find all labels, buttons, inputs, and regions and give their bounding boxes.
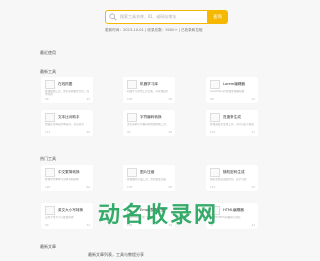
views-count: 98 (45, 97, 49, 101)
likes-count: 44 (86, 223, 90, 227)
likes-count: 42 (251, 97, 255, 101)
tool-title: 图片压缩 (140, 170, 155, 174)
tool-desc: 英文字母大小写批量转换 (45, 216, 74, 219)
views-count: 105 (127, 97, 133, 101)
likes-count: 47 (251, 130, 255, 134)
tool-card[interactable]: 随机密码生成 随机生成高强度密码，安全可靠 110 52 (206, 165, 258, 191)
tool-title: 文本比对助手 (58, 115, 80, 119)
tool-title: HTML编辑器 (223, 208, 244, 212)
tool-thumbnail (45, 168, 55, 177)
meta-info: 更新时间：2023-10-01 | 收录总数：5000+ | 已收录和拉取 (105, 28, 203, 32)
tool-title: 字符编码转换 (140, 115, 162, 119)
search-icon (109, 13, 117, 21)
views-count: 120 (45, 185, 51, 189)
tool-thumbnail (210, 113, 220, 122)
section-recent: 最近使用 (40, 50, 56, 55)
views-count: 132 (127, 185, 133, 189)
tool-thumbnail (45, 206, 55, 215)
tool-thumbnail (127, 80, 137, 89)
article-title[interactable]: 最新文章列表，工具与教程分享 (88, 252, 144, 258)
tool-thumbnail (127, 113, 137, 122)
tool-thumbnail (210, 168, 220, 177)
tool-card[interactable]: 图片压缩 在线图片压缩工具，支持批量压缩 132 58 (123, 165, 175, 191)
tool-desc: 在线图片压缩工具，支持批量压缩 (127, 178, 166, 181)
tool-desc: 在线进度条生成工具，可以自定义颜色 (210, 123, 255, 126)
views-count: 110 (210, 185, 216, 189)
section-recommend: 最新文章 (40, 244, 56, 249)
tool-desc: 快速比对两段文本差异，高亮显示 (45, 123, 84, 126)
search-placeholder: 搜索工具名称、ID、或网站地址 (120, 14, 177, 19)
tool-card[interactable]: 英文大小写转换 英文字母大小写批量转换 99 44 (41, 203, 93, 229)
tool-card[interactable]: 字符编码转换 支持多种字符编码的在线转换工具 95 36 (123, 110, 175, 136)
tool-title: 中文繁简转换 (58, 170, 80, 174)
likes-count: 58 (168, 185, 172, 189)
likes-count: 52 (251, 185, 255, 189)
tool-desc: 在线抓图工具，支持多种格式导出，简单好用 (45, 90, 90, 96)
tool-desc: 在线中文繁体与简体互相转换 (45, 178, 79, 181)
likes-count: 38 (168, 97, 172, 101)
site-watermark: 动名收录网 (98, 203, 219, 228)
tool-desc: LoremIpsum在线生成编辑器 (210, 90, 245, 93)
tool-card[interactable]: 机器学习库 机器学习常用工具合集，可在线运行 105 38 (123, 77, 175, 103)
tool-title: Lorem编辑器 (223, 82, 246, 86)
tool-thumbnail (45, 113, 55, 122)
tool-title: 机器学习库 (140, 82, 158, 86)
likes-count: 36 (168, 130, 172, 134)
tool-desc: 机器学习常用工具合集，可在线运行 (127, 90, 169, 93)
likes-count: 45 (86, 97, 90, 101)
tool-thumbnail (45, 80, 55, 89)
tool-desc: 支持多种字符编码的在线转换工具 (127, 123, 166, 126)
tool-thumbnail (210, 80, 220, 89)
views-count: 101 (210, 130, 216, 134)
tool-title: 在线抓图 (58, 82, 73, 86)
tool-title: 进度条生成 (223, 115, 241, 119)
section-hot: 热门工具 (40, 156, 56, 161)
tool-desc: 随机生成高强度密码，安全可靠 (210, 178, 247, 181)
tool-card[interactable]: 进度条生成 在线进度条生成工具，可以自定义颜色 101 47 (206, 110, 258, 136)
section-latest: 最新工具 (40, 69, 56, 74)
views-count: 99 (45, 223, 49, 227)
likes-count: 41 (251, 223, 255, 227)
search-button[interactable]: 查询 (207, 10, 228, 24)
views-count: 112 (45, 130, 51, 134)
tool-card[interactable]: 在线抓图 在线抓图工具，支持多种格式导出，简单好用 98 45 (41, 77, 93, 103)
tool-card[interactable]: 文本比对助手 快速比对两段文本差异，高亮显示 112 50 (41, 110, 93, 136)
views-count: 88 (210, 97, 214, 101)
likes-count: 60 (86, 185, 90, 189)
tool-title: 随机密码生成 (223, 170, 245, 174)
likes-count: 50 (86, 130, 90, 134)
tool-card[interactable]: 中文繁简转换 在线中文繁体与简体互相转换 120 60 (41, 165, 93, 191)
tool-card[interactable]: Lorem编辑器 LoremIpsum在线生成编辑器 88 42 (206, 77, 258, 103)
tool-title: 英文大小写转换 (58, 208, 84, 212)
tool-thumbnail (127, 168, 137, 177)
views-count: 95 (127, 130, 131, 134)
